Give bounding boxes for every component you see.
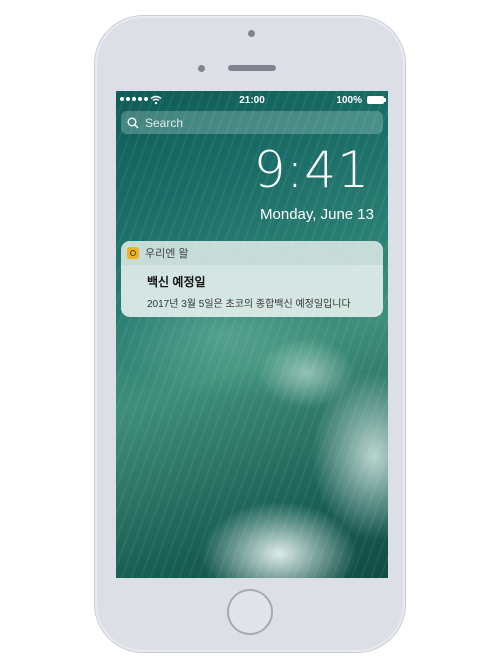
status-bar: 21:00 100% xyxy=(116,91,388,111)
home-button[interactable] xyxy=(227,589,273,635)
notification-header: 우리엔 왈 xyxy=(121,241,383,265)
lock-clock: 9:41 xyxy=(253,141,370,199)
search-placeholder: Search xyxy=(145,115,184,130)
lock-date: Monday, June 13 xyxy=(260,206,374,223)
notification-title: 백신 예정일 xyxy=(147,275,206,289)
battery-percent: 100% xyxy=(336,95,362,106)
app-icon xyxy=(127,247,139,259)
battery-icon xyxy=(367,96,386,104)
front-camera xyxy=(248,30,255,37)
notification-card[interactable]: 우리엔 왈 백신 예정일 2017년 3월 5일은 초코의 종합백신 예정일입니… xyxy=(121,241,383,317)
earpiece-speaker xyxy=(228,65,276,71)
notification-body: 2017년 3월 5일은 초코의 종합백신 예정일입니다 xyxy=(147,299,351,310)
search-bar[interactable]: Search xyxy=(121,111,383,134)
proximity-sensor xyxy=(198,65,205,72)
notification-app-name: 우리엔 왈 xyxy=(145,248,189,260)
lock-screen: 21:00 100% Search 9:41 Monday, June 13 우… xyxy=(116,91,388,578)
search-icon xyxy=(127,117,139,129)
